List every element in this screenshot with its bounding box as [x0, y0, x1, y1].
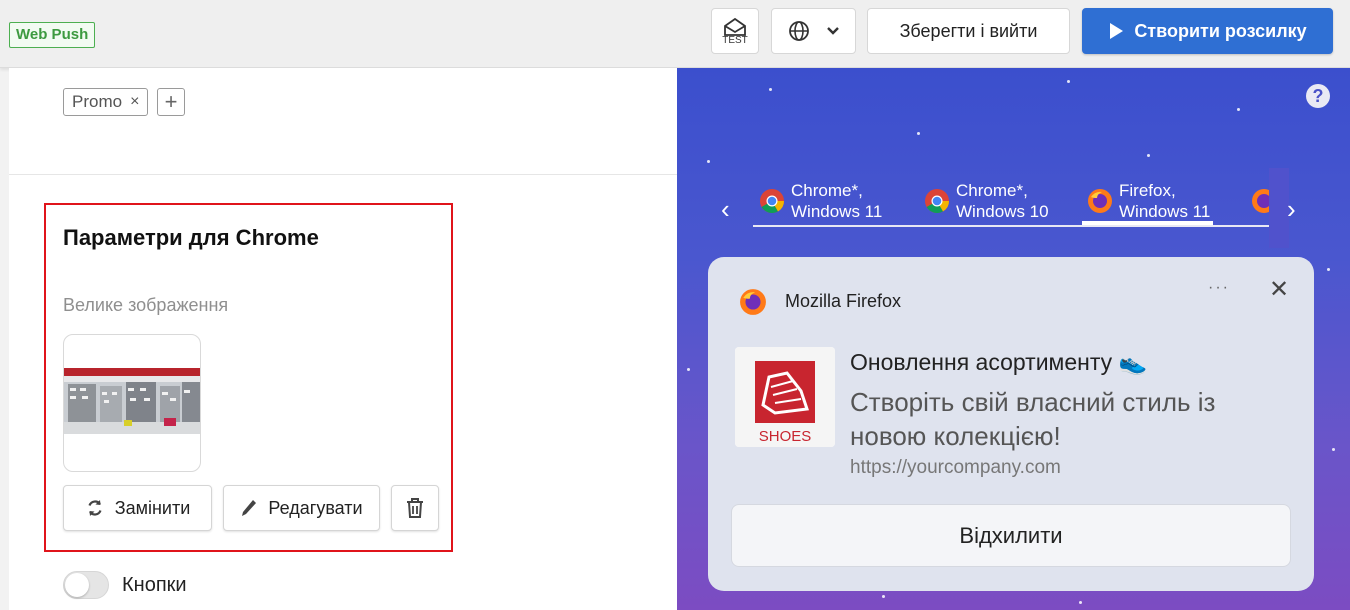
star-decoration	[1079, 601, 1082, 604]
notification-body: Створіть свій власний стиль із новою кол…	[850, 387, 1216, 451]
toggle-knob	[65, 573, 89, 597]
star-decoration	[1147, 154, 1150, 157]
thumbnail-caption: SHOES	[759, 428, 812, 445]
section-divider	[9, 174, 677, 175]
buttons-toggle-label: Кнопки	[122, 574, 187, 596]
test-envelope-icon	[724, 17, 746, 36]
notification-card: Mozilla Firefox ··· ✕ SHOES Оновлення ас…	[708, 257, 1314, 591]
star-decoration	[769, 88, 772, 91]
create-campaign-label: Створити розсилку	[1134, 20, 1307, 41]
section-title: Параметри для Chrome	[63, 225, 319, 250]
star-decoration	[1327, 268, 1330, 271]
buttons-toggle[interactable]	[63, 571, 109, 599]
chrome-icon	[760, 189, 784, 214]
delete-image-button[interactable]	[391, 485, 439, 531]
chrome-params-section: Параметри для Chrome Велике зображення З…	[44, 203, 453, 552]
shoe-store-image	[64, 368, 200, 434]
tab-os-label: Windows 11	[791, 202, 883, 221]
tab-os-label: Windows 11	[1119, 202, 1211, 221]
test-send-button[interactable]: TEST	[711, 8, 759, 54]
tag-label: Promo	[72, 92, 123, 111]
refresh-icon	[88, 500, 102, 516]
save-and-exit-button[interactable]: Зберегти і вийти	[867, 8, 1070, 54]
play-icon	[1110, 23, 1124, 39]
top-bar: Web Push TEST Зберегти і вийти Створити …	[0, 0, 1350, 68]
trash-icon	[407, 498, 423, 518]
notification-app-name: Mozilla Firefox	[785, 291, 902, 311]
star-decoration	[1332, 448, 1335, 451]
replace-label: Замінити	[114, 497, 191, 518]
notification-thumbnail: SHOES	[735, 347, 835, 447]
star-decoration	[707, 160, 710, 163]
firefox-icon	[1088, 189, 1112, 213]
tag-chip: Promo ×	[63, 88, 149, 116]
editor-panel: Promo × + Параметри для Chrome Велике зо…	[9, 68, 677, 610]
globe-icon	[788, 21, 809, 41]
notification-url: https://yourcompany.com	[850, 457, 1061, 478]
chevron-down-icon	[826, 27, 839, 35]
tab-browser-label: Firefox,	[1119, 181, 1176, 200]
language-dropdown[interactable]	[771, 8, 856, 54]
tab-os-label: Windows 10	[956, 202, 1049, 221]
shoes-logo-image: SHOES	[735, 347, 835, 447]
chrome-icon	[925, 189, 949, 214]
star-decoration	[917, 132, 920, 135]
replace-image-button[interactable]: Замінити	[63, 485, 212, 531]
star-decoration	[882, 595, 885, 598]
tab-browser-label: Chrome*,	[791, 181, 863, 200]
firefox-icon	[740, 289, 766, 315]
tab-chrome-windows-10[interactable]: Chrome*, Windows 10	[924, 176, 1049, 226]
tabs-overflow-fade	[1269, 168, 1289, 248]
tab-firefox-windows-11[interactable]: Firefox, Windows 11	[1087, 176, 1210, 226]
create-campaign-button[interactable]: Створити розсилку	[1082, 8, 1333, 54]
large-image-label: Велике зображення	[63, 295, 229, 315]
test-label: TEST	[722, 34, 748, 46]
pencil-icon	[242, 500, 257, 516]
notification-preview-panel: ? ‹ Chrome*, Windows 11 Chrome*, Windows…	[677, 68, 1350, 610]
tag-remove-button[interactable]: ×	[130, 93, 139, 111]
help-icon[interactable]: ?	[1306, 84, 1330, 108]
tab-browser-label: Chrome*,	[956, 181, 1028, 200]
edit-image-button[interactable]: Редагувати	[223, 485, 380, 531]
add-tag-button[interactable]: +	[157, 88, 185, 116]
star-decoration	[687, 368, 690, 371]
dismiss-button[interactable]: Відхилити	[731, 504, 1291, 567]
tab-chrome-windows-11[interactable]: Chrome*, Windows 11	[759, 176, 882, 226]
edit-label: Редагувати	[268, 497, 363, 518]
notification-title: Оновлення асортименту 👟	[850, 349, 1148, 375]
notification-menu-button[interactable]: ···	[1208, 279, 1230, 297]
large-image-preview[interactable]	[63, 334, 201, 472]
chevron-right-icon[interactable]: ›	[1287, 194, 1296, 225]
chevron-left-icon[interactable]: ‹	[721, 194, 730, 225]
channel-badge: Web Push	[9, 22, 96, 48]
star-decoration	[1067, 80, 1070, 83]
close-icon[interactable]: ✕	[1269, 275, 1289, 304]
active-tab-indicator	[1082, 221, 1213, 225]
star-decoration	[1237, 108, 1240, 111]
